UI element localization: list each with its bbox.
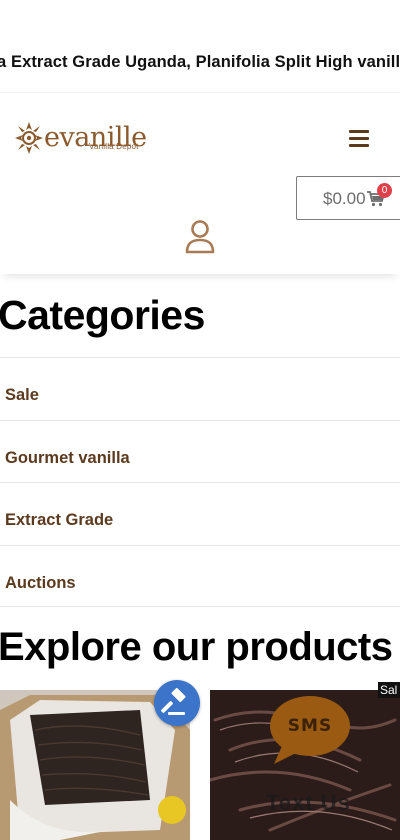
cart-count-badge: 0 (377, 183, 392, 198)
category-label: Gourmet vanilla (5, 448, 130, 467)
sms-label: SMS (287, 716, 333, 736)
category-item-auctions[interactable]: Auctions (0, 544, 400, 607)
category-item-sale[interactable]: Sale (0, 357, 400, 420)
auction-gavel-button[interactable] (154, 680, 200, 726)
sms-chat-button[interactable]: SMS (268, 694, 352, 766)
category-item-extract-grade[interactable]: Extract Grade (0, 482, 400, 545)
logo-tagline: Vanilla Depot (89, 142, 139, 151)
announcement-bar: a Extract Grade Uganda, Planifolia Split… (0, 0, 400, 92)
category-list: Sale Gourmet vanilla Extract Grade Aucti… (0, 357, 400, 607)
category-label: Auctions (5, 573, 76, 592)
explore-products-title: Explore our products (0, 625, 393, 669)
categories-title: Categories (0, 292, 205, 338)
cart-total: $0.00 (323, 189, 366, 208)
user-icon[interactable] (184, 219, 216, 255)
text-us-label[interactable]: Text Us (266, 790, 351, 816)
cart-button[interactable]: $0.00 0 (296, 176, 400, 220)
vanilla-flower-logo-icon (15, 122, 43, 154)
announcement-text: a Extract Grade Uganda, Planifolia Split… (0, 53, 400, 71)
gavel-icon (161, 687, 186, 715)
hamburger-menu-icon[interactable] (349, 130, 369, 148)
category-label: Sale (5, 386, 39, 404)
category-item-gourmet-vanilla[interactable]: Gourmet vanilla (0, 419, 400, 483)
sale-badge: Sal (378, 682, 400, 698)
category-label: Extract Grade (5, 511, 114, 529)
